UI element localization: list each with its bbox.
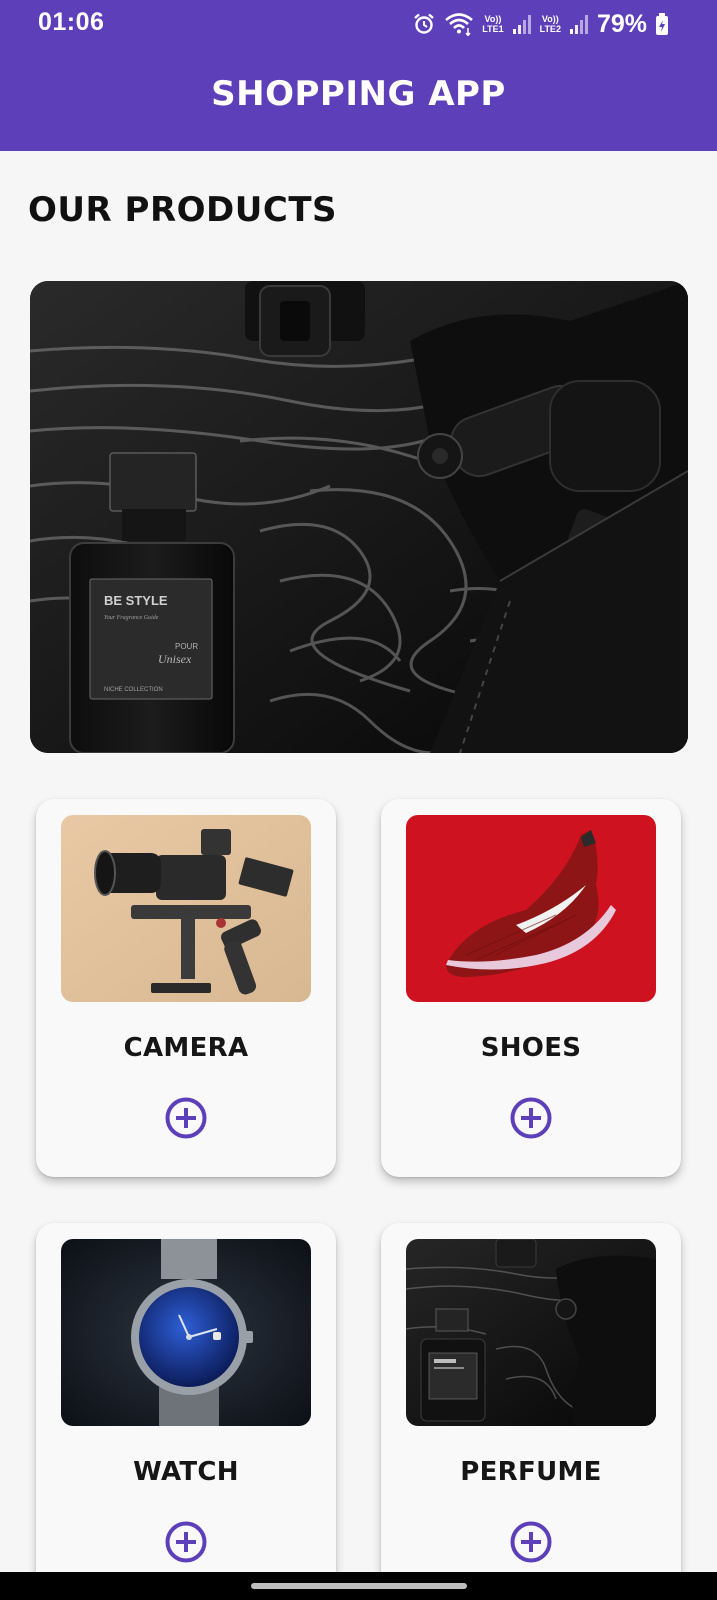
add-to-cart-button[interactable] [509,1520,553,1564]
app-header: 01:06 Vo)) LTE1 Vo)) LTE2 79% SHOPPING A… [0,0,717,151]
product-name: SHOES [480,1033,582,1063]
add-to-cart-button[interactable] [164,1520,208,1564]
product-name: PERFUME [460,1457,602,1487]
status-time: 01:06 [38,8,105,36]
add-to-cart-button[interactable] [509,1096,553,1140]
perfume-image [406,1239,656,1426]
add-circle-icon [165,1097,207,1139]
signal-icon [569,13,589,35]
add-to-cart-button[interactable] [164,1096,208,1140]
add-circle-icon [510,1097,552,1139]
hero-collection-text: NICHE COLLECTION [104,687,163,693]
product-name: WATCH [133,1457,239,1487]
product-card-camera[interactable]: CAMERA [36,799,336,1177]
wifi-icon [444,12,474,36]
add-circle-icon [510,1521,552,1563]
hero-tagline-text: Your Fragrance Guide [104,615,159,621]
hero-banner-image: BE STYLE Your Fragrance Guide POUR Unise… [30,281,688,753]
signal-icon [512,13,532,35]
shoes-image [406,815,656,1002]
hero-pour-text: POUR [175,642,198,651]
alarm-icon [412,12,436,36]
camera-image [61,815,311,1002]
sim1-network-label: Vo)) LTE1 [482,14,504,34]
hero-brand-text: BE STYLE [104,593,168,608]
product-card-perfume[interactable]: PERFUME [381,1223,681,1600]
status-bar: 01:06 Vo)) LTE1 Vo)) LTE2 79% [0,0,717,48]
product-card-shoes[interactable]: SHOES [381,799,681,1177]
app-title: SHOPPING APP [211,74,506,114]
section-title: OUR PRODUCTS [28,190,337,230]
add-circle-icon [165,1521,207,1563]
home-gesture-handle[interactable] [251,1583,467,1589]
sim2-network-label: Vo)) LTE2 [539,14,561,34]
battery-percent: 79% [596,9,647,38]
watch-image [61,1239,311,1426]
product-name: CAMERA [123,1033,249,1063]
hero-type-text: Unisex [158,652,192,666]
product-card-watch[interactable]: WATCH [36,1223,336,1600]
battery-charging-icon [655,12,669,36]
status-icons: Vo)) LTE1 Vo)) LTE2 79% [412,9,669,39]
system-nav-bar [0,1572,717,1600]
